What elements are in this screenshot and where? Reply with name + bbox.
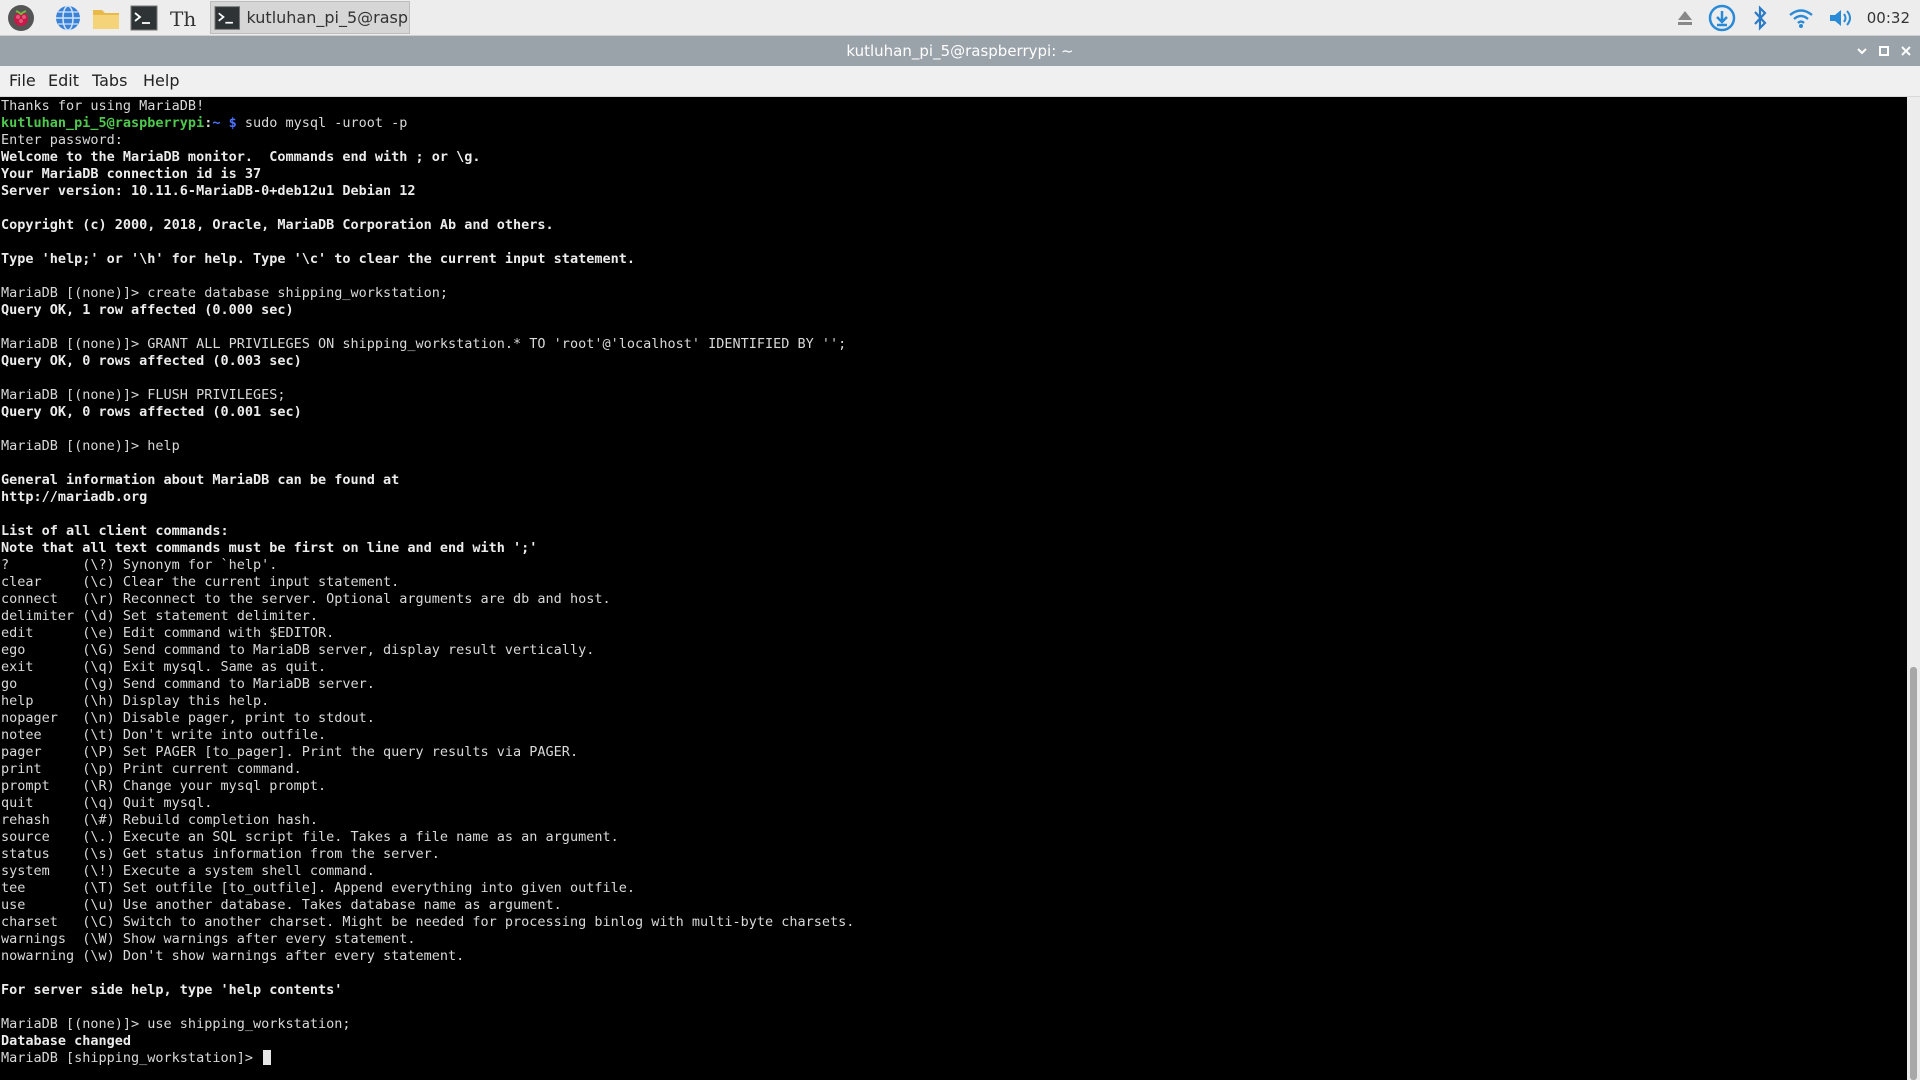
svg-text:Th: Th [170, 7, 196, 31]
menu-file[interactable]: File [1, 66, 44, 96]
menu-tabs[interactable]: Tabs [84, 66, 135, 96]
prompt-user: kutluhan_pi_5@raspberrypi [1, 115, 205, 131]
window-titlebar[interactable]: kutluhan_pi_5@raspberrypi: ~ [0, 36, 1920, 66]
terminal-line: MariaDB [(none)]> use shipping_workstati… [1, 1016, 351, 1032]
current-prompt-line[interactable]: MariaDB [shipping_workstation]> [1, 1050, 854, 1067]
prompt-dollar: $ [220, 115, 237, 131]
terminal-line: warnings (\W) Show warnings after every … [1, 931, 416, 947]
terminal-line: nowarning (\w) Don't show warnings after… [1, 948, 465, 964]
terminal-line: rehash (\#) Rebuild completion hash. [1, 812, 318, 828]
terminal-line: Type 'help;' or '\h' for help. Type '\c'… [1, 251, 635, 267]
terminal-line: connect (\r) Reconnect to the server. Op… [1, 591, 611, 607]
terminal-line: exit (\q) Exit mysql. Same as quit. [1, 659, 327, 675]
minimize-icon[interactable] [1852, 41, 1872, 61]
close-icon[interactable] [1896, 41, 1916, 61]
terminal-line: Copyright (c) 2000, 2018, Oracle, MariaD… [1, 217, 554, 233]
terminal-line: print (\p) Print current command. [1, 761, 302, 777]
wifi-icon[interactable] [1786, 4, 1816, 32]
terminal-line: delimiter (\d) Set statement delimiter. [1, 608, 318, 624]
terminal-line: MariaDB [(none)]> help [1, 438, 180, 454]
terminal-line: Query OK, 0 rows affected (0.003 sec) [1, 353, 302, 369]
terminal-line: nopager (\n) Disable pager, print to std… [1, 710, 375, 726]
terminal-line: ego (\G) Send command to MariaDB server,… [1, 642, 595, 658]
terminal-line: quit (\q) Quit mysql. [1, 795, 213, 811]
terminal-line: Thanks for using MariaDB! [1, 98, 205, 114]
terminal-line: tee (\T) Set outfile [to_outfile]. Appen… [1, 880, 635, 896]
maximize-icon[interactable] [1874, 41, 1894, 61]
terminal-line: go (\g) Send command to MariaDB server. [1, 676, 375, 692]
terminal-line: Welcome to the MariaDB monitor. Commands… [1, 149, 481, 165]
terminal-line: MariaDB [(none)]> create database shippi… [1, 285, 449, 301]
terminal-line: system (\!) Execute a system shell comma… [1, 863, 375, 879]
terminal-line: Query OK, 0 rows affected (0.001 sec) [1, 404, 302, 420]
terminal-line: Server version: 10.11.6-MariaDB-0+deb12u… [1, 183, 416, 199]
scrollbar-thumb[interactable] [1910, 667, 1917, 1080]
terminal-line: MariaDB [(none)]> GRANT ALL PRIVILEGES O… [1, 336, 847, 352]
terminal-line: Your MariaDB connection id is 37 [1, 166, 262, 182]
terminal-line: http://mariadb.org [1, 489, 148, 505]
file-manager-icon[interactable] [91, 3, 121, 33]
terminal-line: Database changed [1, 1033, 132, 1049]
terminal-line: clear (\c) Clear the current input state… [1, 574, 400, 590]
bluetooth-icon[interactable] [1749, 4, 1771, 32]
window-title: kutluhan_pi_5@raspberrypi: ~ [846, 42, 1074, 60]
update-download-icon[interactable] [1708, 4, 1736, 32]
terminal-line: Note that all text commands must be firs… [1, 540, 538, 556]
menu-help[interactable]: Help [135, 66, 187, 96]
terminal-line: pager (\P) Set PAGER [to_pager]. Print t… [1, 744, 579, 760]
taskbar-window-terminal[interactable]: kutluhan_pi_5@rasp.. [210, 1, 410, 34]
terminal-line: use (\u) Use another database. Takes dat… [1, 897, 562, 913]
terminal-line: status (\s) Get status information from … [1, 846, 440, 862]
scrollbar[interactable] [1907, 97, 1920, 1080]
text-editor-icon[interactable]: Th [167, 3, 197, 33]
prompt-command: sudo mysql -uroot -p [236, 115, 408, 131]
terminal-line: Enter password: [1, 132, 123, 148]
terminal-line: General information about MariaDB can be… [1, 472, 400, 488]
terminal-lines: Thanks for using MariaDB! kutluhan_pi_5@… [1, 98, 854, 1067]
terminal-icon [214, 5, 241, 30]
terminal-line: source (\.) Execute an SQL script file. … [1, 829, 619, 845]
taskbar: Th kutluhan_pi_5@rasp.. 00:32 [0, 0, 1920, 36]
terminal-line: prompt (\R) Change your mysql prompt. [1, 778, 327, 794]
text-cursor [263, 1050, 272, 1065]
terminal-line: notee (\t) Don't write into outfile. [1, 727, 327, 743]
terminal-line: edit (\e) Edit command with $EDITOR. [1, 625, 335, 641]
terminal-line: Query OK, 1 row affected (0.000 sec) [1, 302, 294, 318]
terminal-line: ? (\?) Synonym for `help'. [1, 557, 278, 573]
terminal-icon[interactable] [129, 3, 159, 33]
terminal-line: help (\h) Display this help. [1, 693, 270, 709]
terminal-line: For server side help, type 'help content… [1, 982, 343, 998]
raspberry-menu-icon[interactable] [6, 3, 36, 33]
menu-edit[interactable]: Edit [40, 66, 87, 96]
current-prompt: MariaDB [shipping_workstation]> [1, 1050, 262, 1066]
menu-bar: File Edit Tabs Help [0, 66, 1920, 97]
eject-icon[interactable] [1673, 4, 1697, 32]
terminal-line: List of all client commands: [1, 523, 229, 539]
clock[interactable]: 00:32 [1867, 0, 1910, 36]
taskbar-window-label: kutluhan_pi_5@rasp.. [246, 8, 410, 27]
terminal-output[interactable]: Thanks for using MariaDB! kutluhan_pi_5@… [0, 97, 1907, 1080]
volume-icon[interactable] [1826, 4, 1856, 32]
web-browser-icon[interactable] [53, 3, 83, 33]
shell-prompt-line: kutluhan_pi_5@raspberrypi:~ $ sudo mysql… [1, 115, 854, 132]
terminal-line: charset (\C) Switch to another charset. … [1, 914, 855, 930]
terminal-line: MariaDB [(none)]> FLUSH PRIVILEGES; [1, 387, 286, 403]
